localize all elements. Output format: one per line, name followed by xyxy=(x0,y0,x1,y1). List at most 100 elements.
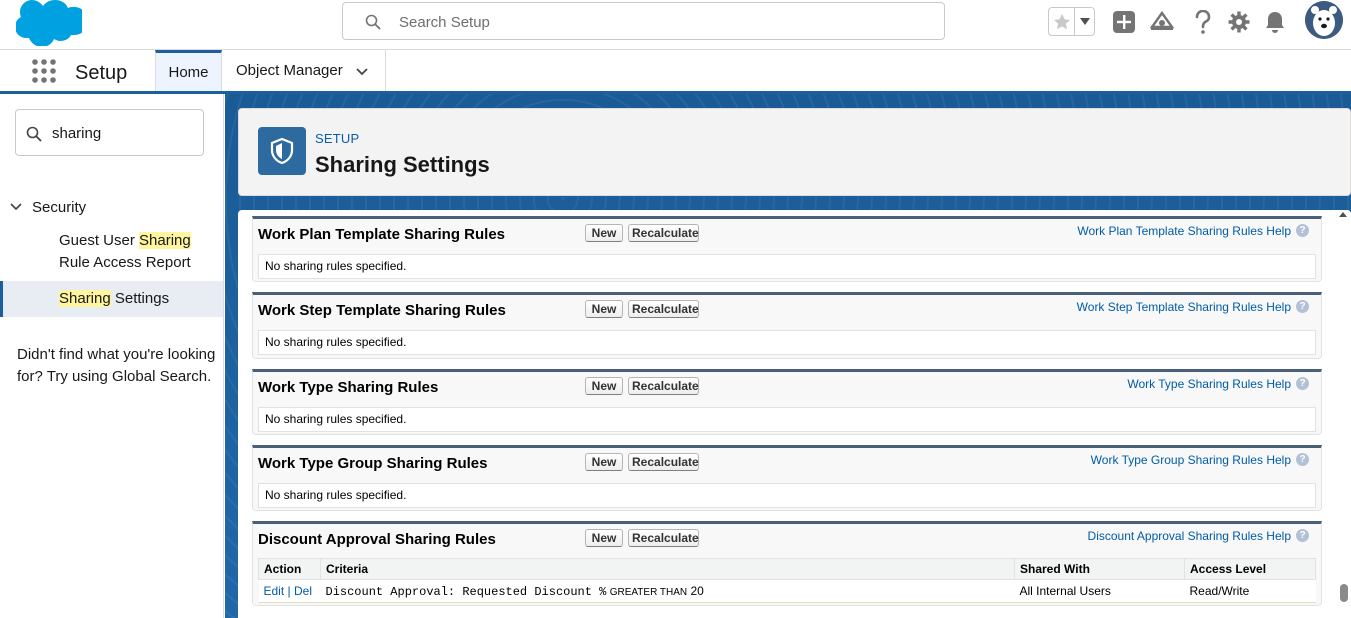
gear-icon xyxy=(1228,11,1250,33)
shared-with-cell: All Internal Users xyxy=(1014,579,1185,603)
main-content-area: SETUP Sharing Settings Work Plan Templat… xyxy=(225,94,1351,618)
recalculate-button[interactable]: Recalculate xyxy=(628,300,699,318)
scrollbar-thumb[interactable] xyxy=(1340,584,1348,602)
access-level-cell: Read/Write xyxy=(1184,579,1316,603)
criteria-field: Discount Approval: Requested Discount % xyxy=(325,584,607,599)
delete-link[interactable]: Del xyxy=(294,584,312,598)
column-header-criteria: Criteria xyxy=(320,558,1015,580)
vertical-scrollbar[interactable] xyxy=(1336,210,1351,618)
page-header-icon xyxy=(258,127,306,175)
add-icon xyxy=(1113,11,1135,33)
tree-item-text: Rule Access Report xyxy=(59,254,191,271)
setup-search-box[interactable] xyxy=(342,2,945,40)
table-row: Edit | Del Discount Approval: Requested … xyxy=(258,579,1316,603)
recalculate-button[interactable]: Recalculate xyxy=(628,453,699,471)
caret-down-icon xyxy=(1079,17,1090,25)
new-button[interactable]: New xyxy=(585,300,623,318)
tab-object-manager[interactable]: Object Manager xyxy=(222,50,386,91)
empty-rules-message: No sharing rules specified. xyxy=(258,483,1316,508)
tree-item-sharing-settings[interactable]: Sharing Settings xyxy=(0,281,223,317)
section-title: Work Type Group Sharing Rules xyxy=(258,455,488,472)
scroll-up-arrow-icon[interactable] xyxy=(1339,212,1347,217)
section-title: Work Plan Template Sharing Rules xyxy=(258,226,506,243)
section-title: Work Type Sharing Rules xyxy=(258,379,439,396)
search-icon xyxy=(365,14,381,30)
help-question-icon[interactable]: ? xyxy=(1296,300,1309,313)
salesforce-logo[interactable] xyxy=(16,0,82,46)
help-question-icon[interactable]: ? xyxy=(1296,224,1309,237)
tree-item-guest-user-sharing-rule-access-report[interactable]: Guest User Sharing Rule Access Report xyxy=(0,230,223,274)
section-work-type-group-sharing-rules: Work Type Group Sharing Rules New Recalc… xyxy=(252,445,1322,511)
quick-find-input[interactable] xyxy=(52,123,192,143)
global-header xyxy=(0,0,1351,50)
bell-icon xyxy=(1266,12,1284,33)
help-link[interactable]: Work Step Template Sharing Rules Help xyxy=(1077,300,1291,314)
section-work-plan-template-sharing-rules: Work Plan Template Sharing Rules New Rec… xyxy=(252,216,1322,282)
edit-link[interactable]: Edit xyxy=(264,584,285,598)
chevron-down-icon xyxy=(10,203,22,211)
notifications-button[interactable] xyxy=(1263,10,1287,34)
star-icon xyxy=(1053,13,1070,29)
new-button[interactable]: New xyxy=(585,377,623,395)
help-link[interactable]: Work Plan Template Sharing Rules Help xyxy=(1077,224,1291,238)
help-question-icon[interactable]: ? xyxy=(1296,529,1309,542)
app-launcher-icon[interactable] xyxy=(31,58,57,84)
column-header-action: Action xyxy=(258,558,321,580)
search-icon xyxy=(26,126,42,142)
criteria-cell: Discount Approval: Requested Discount % … xyxy=(320,579,1015,603)
setup-gear-button[interactable] xyxy=(1227,10,1251,34)
help-question-icon[interactable]: ? xyxy=(1296,453,1309,466)
section-work-type-sharing-rules: Work Type Sharing Rules New Recalculate … xyxy=(252,369,1322,435)
user-avatar[interactable] xyxy=(1305,1,1343,39)
new-button[interactable]: New xyxy=(585,224,623,242)
help-link[interactable]: Work Type Sharing Rules Help xyxy=(1127,377,1291,391)
page-title: Sharing Settings xyxy=(315,152,490,177)
bear-avatar-icon xyxy=(1305,1,1343,39)
trailhead-button[interactable] xyxy=(1150,10,1174,34)
trailhead-icon xyxy=(1150,11,1174,30)
new-button[interactable]: New xyxy=(585,453,623,471)
favorites-star-button[interactable] xyxy=(1049,8,1076,35)
quick-find-box[interactable] xyxy=(15,109,204,156)
page-header-eyebrow: SETUP xyxy=(315,131,360,146)
tree-item-text: Settings xyxy=(110,290,170,307)
favorites-group xyxy=(1048,7,1095,36)
action-separator: | xyxy=(287,584,291,598)
criteria-operator: GREATER THAN xyxy=(609,586,688,598)
global-actions-button[interactable] xyxy=(1112,10,1136,34)
section-discount-approval-sharing-rules: Discount Approval Sharing Rules New Reca… xyxy=(252,521,1322,606)
recalculate-button[interactable]: Recalculate xyxy=(628,529,699,547)
question-icon xyxy=(1195,10,1211,34)
sharing-rules-table: Action Criteria Shared With Access Level… xyxy=(258,558,1316,603)
column-header-shared-with: Shared With xyxy=(1014,558,1185,580)
recalculate-button[interactable]: Recalculate xyxy=(628,224,699,242)
help-link[interactable]: Discount Approval Sharing Rules Help xyxy=(1088,529,1291,543)
recalculate-button[interactable]: Recalculate xyxy=(628,377,699,395)
search-highlight: Sharing xyxy=(139,232,191,249)
app-navigation-bar: Setup Home Object Manager xyxy=(0,50,1351,94)
help-question-icon[interactable]: ? xyxy=(1296,377,1309,390)
new-button[interactable]: New xyxy=(585,529,623,547)
sharing-settings-content: Work Plan Template Sharing Rules New Rec… xyxy=(238,210,1351,618)
tab-home[interactable]: Home xyxy=(155,50,222,91)
search-highlight: Sharing xyxy=(59,290,111,307)
section-title: Discount Approval Sharing Rules xyxy=(258,531,496,548)
help-link[interactable]: Work Type Group Sharing Rules Help xyxy=(1091,453,1291,467)
page-header: SETUP Sharing Settings xyxy=(238,108,1351,196)
help-button[interactable] xyxy=(1191,10,1215,34)
action-cell: Edit | Del xyxy=(258,579,321,603)
tree-node-security[interactable]: Security xyxy=(0,196,223,218)
app-name: Setup xyxy=(75,62,128,84)
setup-sidebar: Security Guest User Sharing Rule Access … xyxy=(0,94,224,618)
section-title: Work Step Template Sharing Rules xyxy=(258,302,506,319)
section-work-step-template-sharing-rules: Work Step Template Sharing Rules New Rec… xyxy=(252,292,1322,359)
column-header-access-level: Access Level xyxy=(1184,558,1316,580)
chevron-down-icon[interactable] xyxy=(355,64,369,78)
favorites-dropdown-button[interactable] xyxy=(1075,8,1094,35)
tree-item-text: Guest User xyxy=(59,232,140,249)
empty-rules-message: No sharing rules specified. xyxy=(258,330,1316,355)
empty-rules-message: No sharing rules specified. xyxy=(258,254,1316,279)
empty-rules-message: No sharing rules specified. xyxy=(258,407,1316,432)
setup-search-input[interactable] xyxy=(399,11,919,33)
tab-object-manager-label: Object Manager xyxy=(236,62,343,79)
